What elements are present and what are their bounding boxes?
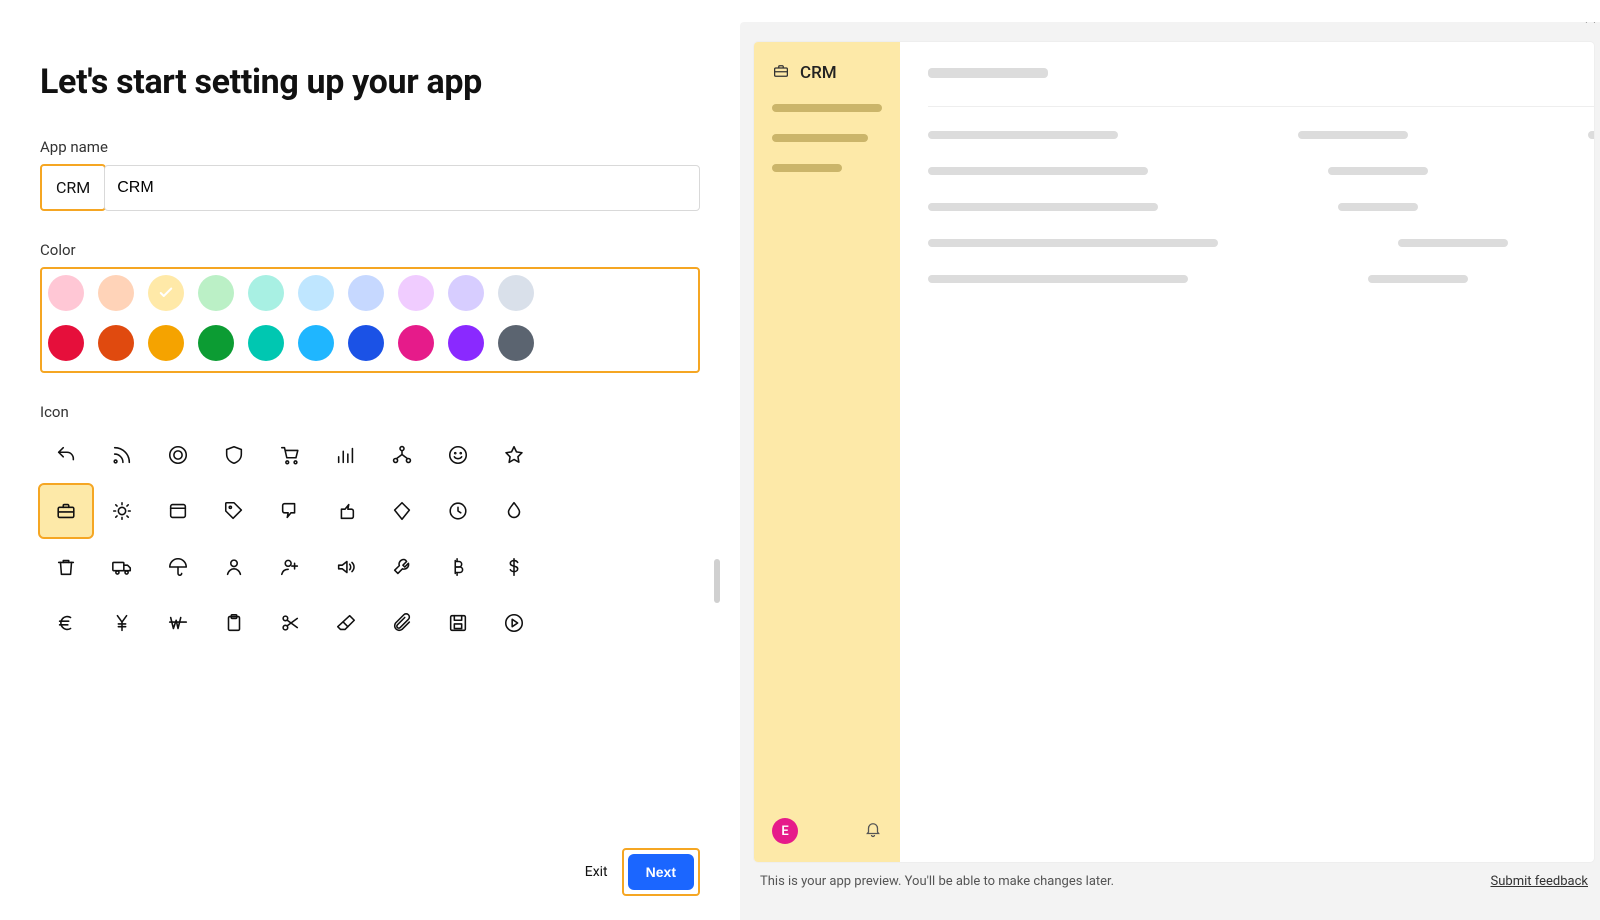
preview-skeleton-cell — [928, 131, 1118, 139]
color-swatch[interactable] — [48, 275, 84, 311]
sun-icon[interactable] — [96, 485, 148, 537]
rss-icon[interactable] — [96, 429, 148, 481]
smile-icon[interactable] — [432, 429, 484, 481]
dollar-icon[interactable] — [488, 541, 540, 593]
color-swatch[interactable] — [398, 325, 434, 361]
diamond-icon[interactable] — [376, 485, 428, 537]
app-preview: CRM E — [754, 42, 1594, 862]
preview-skeleton-row — [928, 275, 1594, 283]
umbrella-icon[interactable] — [152, 541, 204, 593]
preview-skeleton-row — [928, 239, 1594, 247]
yen-icon[interactable] — [96, 597, 148, 649]
tag-icon[interactable] — [208, 485, 260, 537]
color-swatch[interactable] — [348, 325, 384, 361]
reply-icon[interactable] — [40, 429, 92, 481]
briefcase-icon — [772, 62, 790, 84]
clipboard-icon[interactable] — [208, 597, 260, 649]
avatar[interactable]: E — [772, 818, 798, 844]
color-swatch[interactable] — [198, 325, 234, 361]
icon-label: Icon — [40, 403, 700, 421]
trash-icon[interactable] — [40, 541, 92, 593]
preview-main — [900, 42, 1594, 862]
preview-app-name: CRM — [800, 63, 837, 83]
preview-caption: This is your app preview. You'll be able… — [760, 874, 1114, 889]
bars-icon[interactable] — [320, 429, 372, 481]
cart-icon[interactable] — [264, 429, 316, 481]
won-icon[interactable] — [152, 597, 204, 649]
submit-feedback-link[interactable]: Submit feedback — [1491, 874, 1588, 889]
app-name-chip: CRM — [40, 164, 106, 211]
color-swatch[interactable] — [198, 275, 234, 311]
clock-icon[interactable] — [432, 485, 484, 537]
play-circle-icon[interactable] — [488, 597, 540, 649]
bell-icon[interactable] — [864, 820, 882, 842]
preview-skeleton-row — [928, 167, 1594, 175]
volume-icon[interactable] — [320, 541, 372, 593]
page-title: Let's start setting up your app — [40, 62, 700, 102]
target-icon[interactable] — [152, 429, 204, 481]
preview-sidebar-line — [772, 104, 882, 112]
color-label: Color — [40, 241, 700, 259]
droplet-icon[interactable] — [488, 485, 540, 537]
thumbs-up-icon[interactable] — [320, 485, 372, 537]
euro-icon[interactable] — [40, 597, 92, 649]
preview-skeleton-cell — [1298, 131, 1408, 139]
preview-skeleton-row — [928, 203, 1594, 211]
exit-button[interactable]: Exit — [585, 864, 608, 880]
truck-icon[interactable] — [96, 541, 148, 593]
preview-title-skeleton — [928, 68, 1048, 78]
bitcoin-icon[interactable] — [432, 541, 484, 593]
color-swatch[interactable] — [348, 275, 384, 311]
icon-scrollbar[interactable] — [714, 559, 720, 603]
color-swatch[interactable] — [98, 275, 134, 311]
close-icon[interactable]: ✕ — [1583, 22, 1598, 29]
color-swatch[interactable] — [148, 325, 184, 361]
preview-skeleton-cell — [928, 275, 1188, 283]
briefcase-icon[interactable] — [40, 485, 92, 537]
thumbs-down-icon[interactable] — [264, 485, 316, 537]
preview-sidebar-line — [772, 134, 868, 142]
preview-skeleton-cell — [1588, 131, 1594, 139]
preview-skeleton-row — [928, 131, 1594, 139]
color-swatch[interactable] — [98, 325, 134, 361]
color-swatch[interactable] — [398, 275, 434, 311]
icon-picker-grid — [40, 429, 700, 649]
preview-skeleton-cell — [1368, 275, 1468, 283]
color-swatch[interactable] — [48, 325, 84, 361]
save-icon[interactable] — [432, 597, 484, 649]
scissors-icon[interactable] — [264, 597, 316, 649]
preview-sidebar: CRM E — [754, 42, 900, 862]
next-button[interactable]: Next — [628, 854, 694, 890]
app-name-label: App name — [40, 138, 700, 156]
color-swatch[interactable] — [298, 325, 334, 361]
color-swatch[interactable] — [448, 275, 484, 311]
preview-skeleton-cell — [1328, 167, 1428, 175]
user-add-icon[interactable] — [264, 541, 316, 593]
preview-skeleton-cell — [928, 167, 1148, 175]
star-icon[interactable] — [488, 429, 540, 481]
eraser-icon[interactable] — [320, 597, 372, 649]
color-swatch[interactable] — [298, 275, 334, 311]
user-icon[interactable] — [208, 541, 260, 593]
window-icon[interactable] — [152, 485, 204, 537]
color-swatch[interactable] — [498, 275, 534, 311]
color-swatch[interactable] — [148, 275, 184, 311]
color-swatch[interactable] — [248, 325, 284, 361]
color-swatch[interactable] — [498, 325, 534, 361]
preview-sidebar-line — [772, 164, 842, 172]
paperclip-icon[interactable] — [376, 597, 428, 649]
wrench-icon[interactable] — [376, 541, 428, 593]
org-icon[interactable] — [376, 429, 428, 481]
color-picker-panel — [40, 267, 700, 373]
color-swatch[interactable] — [448, 325, 484, 361]
preview-skeleton-cell — [1398, 239, 1508, 247]
shield-icon[interactable] — [208, 429, 260, 481]
preview-skeleton-cell — [928, 239, 1218, 247]
color-swatch[interactable] — [248, 275, 284, 311]
preview-skeleton-cell — [1338, 203, 1418, 211]
preview-skeleton-cell — [928, 203, 1158, 211]
app-name-input[interactable] — [104, 165, 700, 211]
